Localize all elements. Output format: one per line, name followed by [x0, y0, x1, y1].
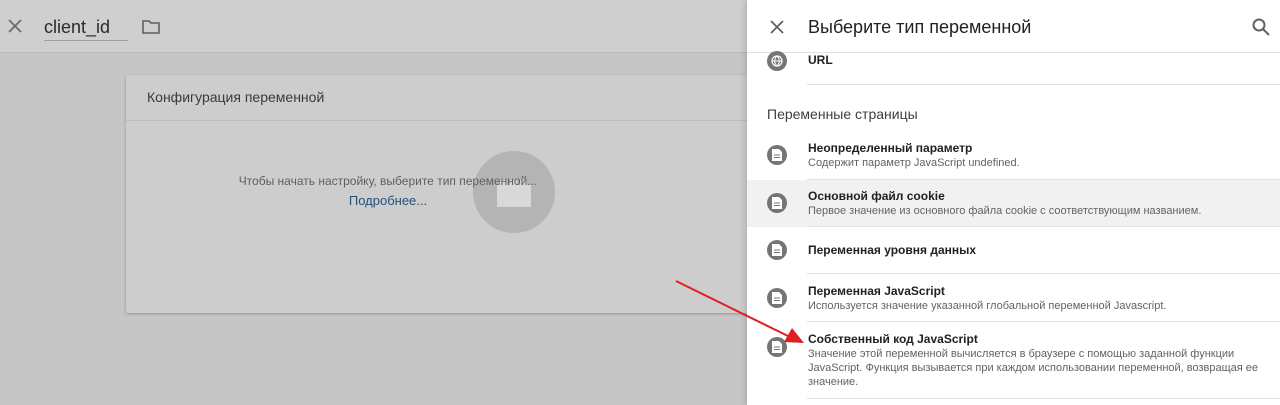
variable-type-first-party-cookie[interactable]: Основной файл cookie Первое значение из … [747, 180, 1280, 227]
document-icon [767, 337, 787, 357]
item-description: Содержит параметр JavaScript undefined. [808, 157, 1020, 169]
item-title: Неопределенный параметр [808, 141, 973, 155]
item-description: Используется значение указанной глобальн… [808, 300, 1167, 312]
globe-icon [767, 51, 787, 71]
section-title: Переменные страницы [767, 106, 918, 122]
learn-more-link[interactable]: Подробнее... [0, 193, 776, 208]
divider [807, 84, 1280, 85]
variable-editor: client_id Конфигурация переменной Чтобы … [0, 0, 766, 405]
variable-type-javascript-variable[interactable]: Переменная JavaScript Используется значе… [747, 274, 1280, 322]
panel-title: Выберите тип переменной [808, 17, 1032, 37]
variable-type-data-layer[interactable]: Переменная уровня данных [747, 227, 1280, 274]
item-title: Переменная уровня данных [808, 243, 977, 257]
document-icon [767, 193, 787, 213]
item-description: Первое значение из основного файла cooki… [808, 205, 1202, 217]
item-title: Собственный код JavaScript [808, 332, 978, 346]
brick-icon [473, 151, 555, 233]
item-description: Значение этой переменной вычисляется в б… [808, 348, 1259, 388]
variable-name-field[interactable]: client_id [44, 15, 128, 41]
config-hint: Чтобы начать настройку, выберите тип пер… [238, 174, 538, 188]
variable-type-custom-javascript[interactable]: Собственный код JavaScript Значение этой… [747, 322, 1280, 399]
folder-icon[interactable] [141, 18, 161, 36]
close-icon[interactable] [6, 17, 24, 35]
url-label: URL [808, 53, 833, 67]
document-icon [767, 240, 787, 260]
document-icon [767, 145, 787, 165]
divider [807, 398, 1280, 399]
item-title: Основной файл cookie [808, 189, 945, 203]
editor-toolbar: client_id [0, 0, 747, 53]
variable-type-undefined[interactable]: Неопределенный параметр Содержит парамет… [747, 132, 1280, 180]
item-title: Переменная JavaScript [808, 284, 945, 298]
variable-type-url[interactable]: URL [747, 45, 1280, 85]
config-card-title: Конфигурация переменной [126, 75, 766, 121]
close-icon[interactable] [768, 18, 786, 36]
variable-type-panel: Выберите тип переменной URL Переменные с… [747, 0, 1280, 405]
document-icon [767, 288, 787, 308]
search-icon[interactable] [1251, 17, 1271, 37]
